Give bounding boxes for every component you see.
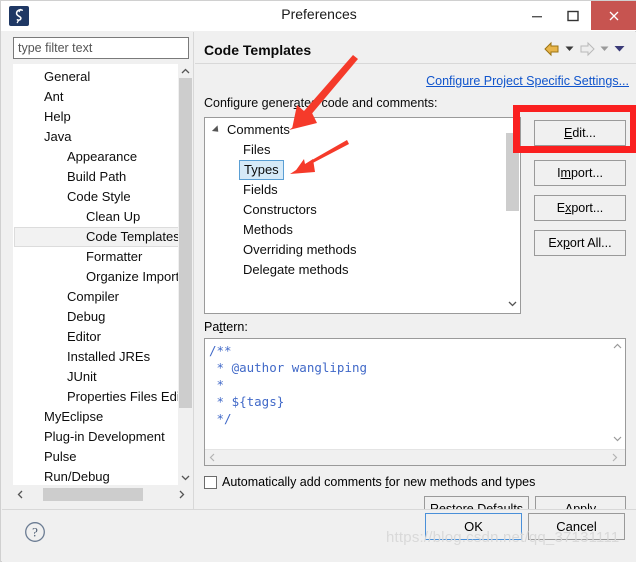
template-item-label: Comments: [227, 122, 290, 137]
sidebar-item-debug[interactable]: Debug: [14, 307, 174, 327]
edit-button-label: dit...: [572, 126, 596, 140]
template-item-label: Methods: [243, 222, 293, 237]
back-arrow-icon[interactable]: [543, 41, 561, 60]
svg-text:?: ?: [32, 525, 38, 540]
sidebar-item-run-debug[interactable]: Run/Debug: [14, 467, 174, 484]
sidebar-item-build-path[interactable]: Build Path: [14, 167, 174, 187]
sidebar-item-clean-up[interactable]: Clean Up: [14, 207, 174, 227]
back-dropdown-chevron-down-icon[interactable]: [564, 43, 575, 57]
title-bar: Preferences: [1, 1, 636, 31]
sidebar-item-code-style[interactable]: Code Style: [14, 187, 174, 207]
sidebar-item-java[interactable]: Java: [14, 127, 174, 147]
sidebar-item-plug-in-development[interactable]: Plug-in Development: [14, 427, 174, 447]
template-item-delegate-methods[interactable]: Delegate methods: [205, 260, 505, 280]
template-item-files[interactable]: Files: [205, 140, 505, 160]
export-button[interactable]: Export...: [534, 195, 626, 221]
template-item-label: Overriding methods: [243, 242, 357, 257]
template-item-constructors[interactable]: Constructors: [205, 200, 505, 220]
generated-code-label-pre: Configure gener: [204, 96, 294, 110]
cancel-button[interactable]: Cancel: [528, 513, 625, 540]
generated-code-label-post: ted code and comments:: [300, 96, 438, 110]
auto-comment-label: Automatically add comments for new metho…: [222, 475, 536, 489]
pattern-chevron-up-icon[interactable]: [610, 339, 625, 354]
templates-scroll-thumb[interactable]: [506, 133, 519, 211]
help-question-icon[interactable]: ?: [24, 521, 46, 543]
sidebar-item-installed-jres[interactable]: Installed JREs: [14, 347, 174, 367]
templates-chevron-down-icon[interactable]: [505, 296, 520, 311]
template-item-label: Constructors: [243, 202, 317, 217]
page-menu-chevron-down-icon[interactable]: [613, 43, 626, 57]
sidebar-item-compiler[interactable]: Compiler: [14, 287, 174, 307]
sidebar-scroll-thumb[interactable]: [179, 78, 192, 408]
sidebar-vertical-scrollbar[interactable]: [178, 64, 193, 485]
title-separator: [195, 63, 636, 64]
template-item-comments[interactable]: Comments: [205, 120, 505, 140]
panel-divider: [193, 32, 194, 510]
generated-code-label: Configure generated code and comments:: [204, 96, 438, 110]
minimize-button[interactable]: [519, 1, 555, 30]
template-item-overriding-methods[interactable]: Overriding methods: [205, 240, 505, 260]
forward-dropdown-chevron-down-icon: [599, 43, 610, 57]
sidebar-item-ant[interactable]: Ant: [14, 87, 174, 107]
auto-comment-checkbox[interactable]: [204, 475, 217, 489]
sidebar-item-general[interactable]: General: [14, 67, 174, 87]
pattern-vertical-scrollbar[interactable]: [610, 339, 625, 450]
sidebar-item-organize-imports[interactable]: Organize Imports: [14, 267, 186, 287]
forward-arrow-icon: [578, 41, 596, 60]
maximize-button[interactable]: [555, 1, 591, 30]
pattern-chevron-left-icon[interactable]: [205, 450, 220, 465]
page-title: Code Templates: [204, 42, 312, 58]
sidebar-item-pulse[interactable]: Pulse: [14, 447, 174, 467]
sidebar-item-formatter[interactable]: Formatter: [14, 247, 174, 267]
configure-project-specific-settings-link[interactable]: Configure Project Specific Settings...: [426, 74, 629, 88]
template-item-types[interactable]: Types: [205, 160, 505, 180]
pattern-chevron-right-icon[interactable]: [607, 450, 622, 465]
sidebar-item-editor[interactable]: Editor: [14, 327, 174, 347]
sidebar-item-help[interactable]: Help: [14, 107, 174, 127]
code-templates-tree[interactable]: Comments Files Types Fields Constructors Meth…: [204, 117, 521, 314]
close-button[interactable]: [591, 1, 636, 30]
templates-vertical-scrollbar[interactable]: [505, 118, 520, 313]
template-item-methods[interactable]: Methods: [205, 220, 505, 240]
expanded-triangle-icon[interactable]: [211, 125, 222, 135]
chevron-down-icon[interactable]: [178, 470, 193, 485]
export-all-button[interactable]: Export All...: [534, 230, 626, 256]
pattern-textarea[interactable]: /** * @author wangliping * * ${tags} */: [204, 338, 626, 466]
import-button[interactable]: Import...: [534, 160, 626, 186]
auto-comment-row[interactable]: Automatically add comments for new metho…: [204, 473, 535, 491]
template-item-label: Delegate methods: [243, 262, 349, 277]
sidebar-item-properties-files-editor[interactable]: Properties Files Editor: [14, 387, 188, 407]
template-item-fields[interactable]: Fields: [205, 180, 505, 200]
pattern-label: Pattern:: [204, 320, 248, 334]
page-navigation: [543, 40, 626, 60]
pattern-horizontal-scrollbar[interactable]: [205, 449, 625, 465]
chevron-left-icon[interactable]: [13, 487, 28, 502]
chevron-up-icon[interactable]: [178, 64, 193, 79]
template-item-label: Files: [243, 142, 271, 157]
code-templates-page: Code Templates Configure Project Specifi…: [195, 32, 636, 522]
ok-button[interactable]: OK: [425, 513, 522, 540]
preferences-dialog: Preferences type filter text General Ant H…: [0, 0, 636, 562]
sidebar-item-code-templates[interactable]: Code Templates: [14, 227, 187, 247]
sidebar-item-myeclipse[interactable]: MyEclipse: [14, 407, 174, 427]
edit-button[interactable]: Edit...: [534, 120, 626, 146]
filter-input[interactable]: type filter text: [13, 37, 189, 59]
pattern-text: /** * @author wangliping * * ${tags} */: [209, 343, 368, 426]
generated-code-label-mnemonic: a: [293, 96, 301, 110]
template-item-label: Fields: [243, 182, 278, 197]
sidebar: type filter text General Ant Help Java Appea…: [6, 32, 193, 510]
sidebar-item-appearance[interactable]: Appearance: [14, 147, 174, 167]
sidebar-item-junit[interactable]: JUnit: [14, 367, 174, 387]
preferences-tree[interactable]: General Ant Help Java Appearance Build Path Co…: [13, 64, 189, 485]
sidebar-horizontal-scrollbar[interactable]: [13, 487, 189, 502]
pattern-chevron-down-icon[interactable]: [610, 431, 625, 446]
sidebar-hscroll-thumb[interactable]: [43, 488, 143, 501]
templates-scroll-up-icon[interactable]: [505, 118, 520, 133]
chevron-right-icon[interactable]: [174, 487, 189, 502]
filter-placeholder: type filter text: [18, 41, 93, 55]
template-item-label: Types: [239, 160, 284, 180]
